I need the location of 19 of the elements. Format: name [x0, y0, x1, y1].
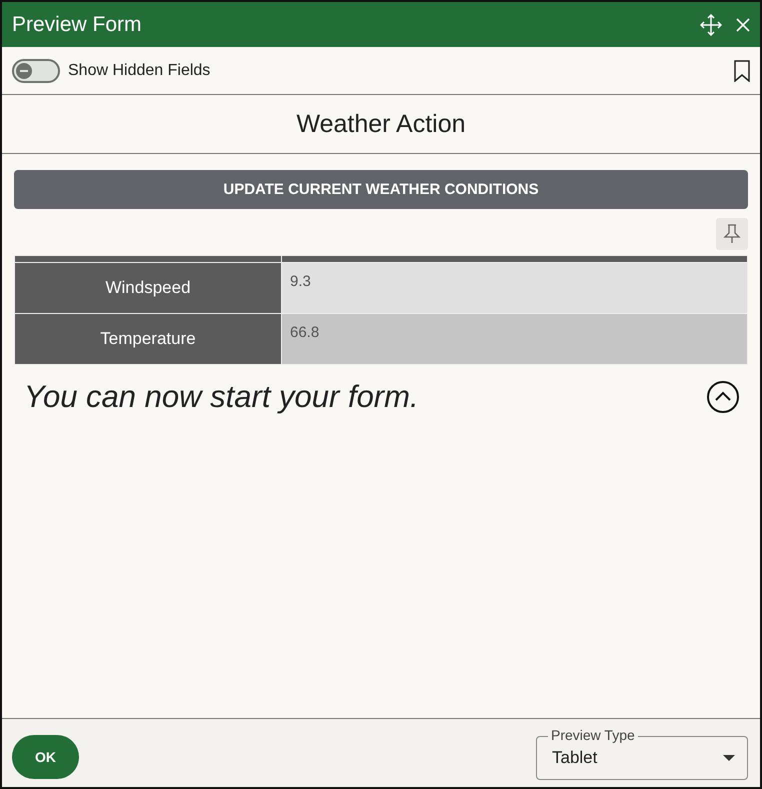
toggle-label: Show Hidden Fields [68, 62, 212, 80]
collapse-button[interactable] [706, 380, 740, 414]
form-title: Weather Action [296, 110, 466, 138]
pin-button[interactable] [716, 218, 748, 250]
row-value: 66.8 [282, 314, 748, 364]
row-label: Temperature [14, 314, 282, 364]
bookmark-icon[interactable] [734, 60, 750, 82]
ok-button[interactable]: OK [12, 735, 79, 779]
update-weather-button[interactable]: UPDATE CURRENT WEATHER CONDITIONS [14, 170, 748, 209]
move-icon[interactable] [700, 14, 722, 36]
toggle-switch[interactable] [12, 58, 60, 82]
dropdown-caret-icon [723, 755, 735, 761]
row-value: 9.3 [282, 262, 748, 314]
pin-icon [723, 224, 741, 244]
dropdown-label: Preview Type [548, 727, 638, 744]
row-label: Windspeed [14, 262, 282, 314]
window-title: Preview Form [12, 12, 143, 36]
close-icon[interactable] [736, 18, 750, 32]
section-title: You can now start your form. [24, 379, 420, 415]
